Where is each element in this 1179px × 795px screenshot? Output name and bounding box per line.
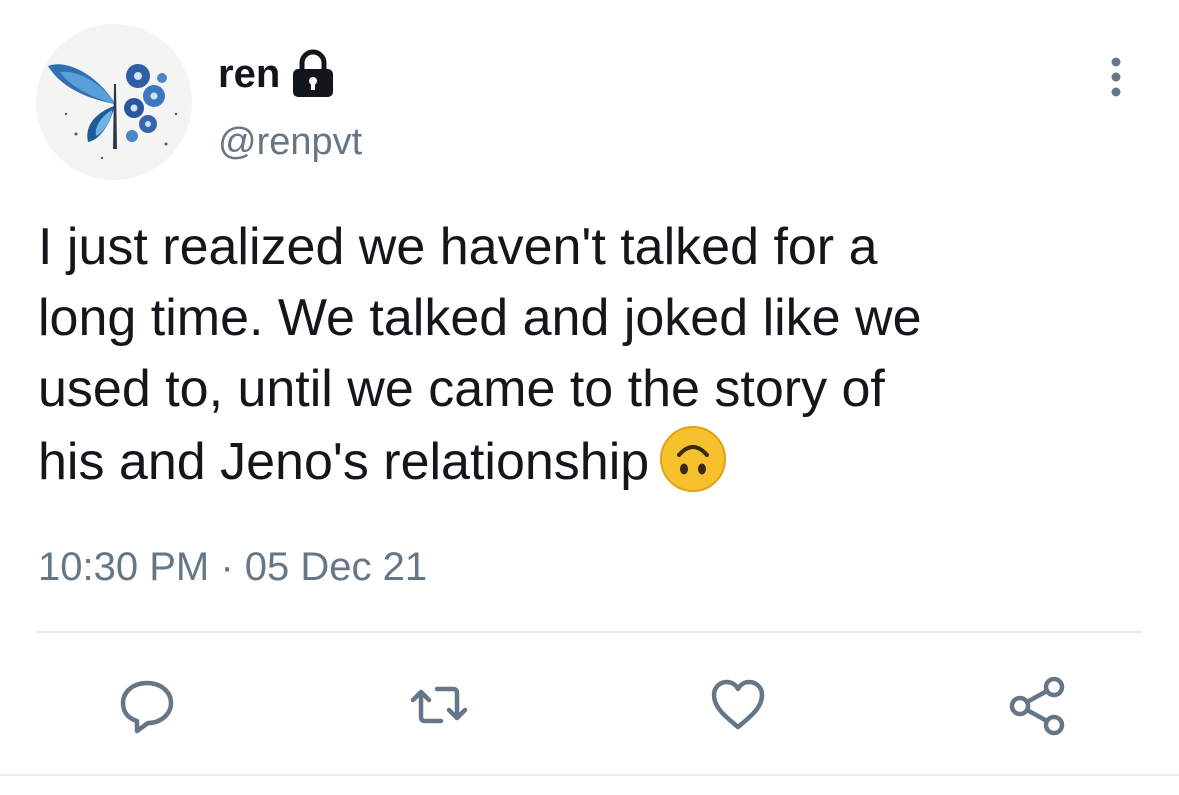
- display-name-row: ren: [218, 44, 336, 104]
- action-bar: [0, 660, 1179, 750]
- tweet-text-line: long time. We talked and joked like we: [38, 289, 922, 347]
- heart-icon: [711, 679, 765, 730]
- tweet-text: I just realized we haven't talked for a …: [38, 212, 1148, 498]
- share-button[interactable]: [1003, 670, 1073, 740]
- more-options-icon[interactable]: [1096, 52, 1136, 102]
- upside-down-face-emoji-icon: [659, 425, 727, 493]
- retweet-button[interactable]: [404, 670, 474, 740]
- display-name[interactable]: ren: [218, 54, 280, 94]
- share-icon: [1009, 676, 1065, 736]
- user-handle[interactable]: @renpvt: [218, 123, 362, 161]
- tweet-text-line: used to, until we came to the story of: [38, 360, 885, 418]
- tweet-text-line-content: his and Jeno's relationship: [38, 433, 650, 491]
- tweet-timestamp[interactable]: 10:30 PM · 05 Dec 21: [38, 547, 427, 587]
- reply-button[interactable]: [112, 670, 182, 740]
- tweet-text-line-last: his and Jeno's relationship: [38, 425, 1148, 498]
- tweet-text-line: I just realized we haven't talked for a: [38, 218, 878, 276]
- divider: [36, 631, 1142, 633]
- like-button[interactable]: [703, 670, 773, 740]
- butterfly-avatar-icon: [36, 24, 192, 180]
- tweet-card: ren @renpvt I just realized we haven't t…: [0, 0, 1179, 795]
- bottom-divider: [0, 774, 1179, 776]
- lock-icon: [290, 48, 336, 100]
- comment-icon: [120, 680, 174, 734]
- avatar[interactable]: [36, 24, 192, 180]
- retweet-icon: [410, 686, 468, 724]
